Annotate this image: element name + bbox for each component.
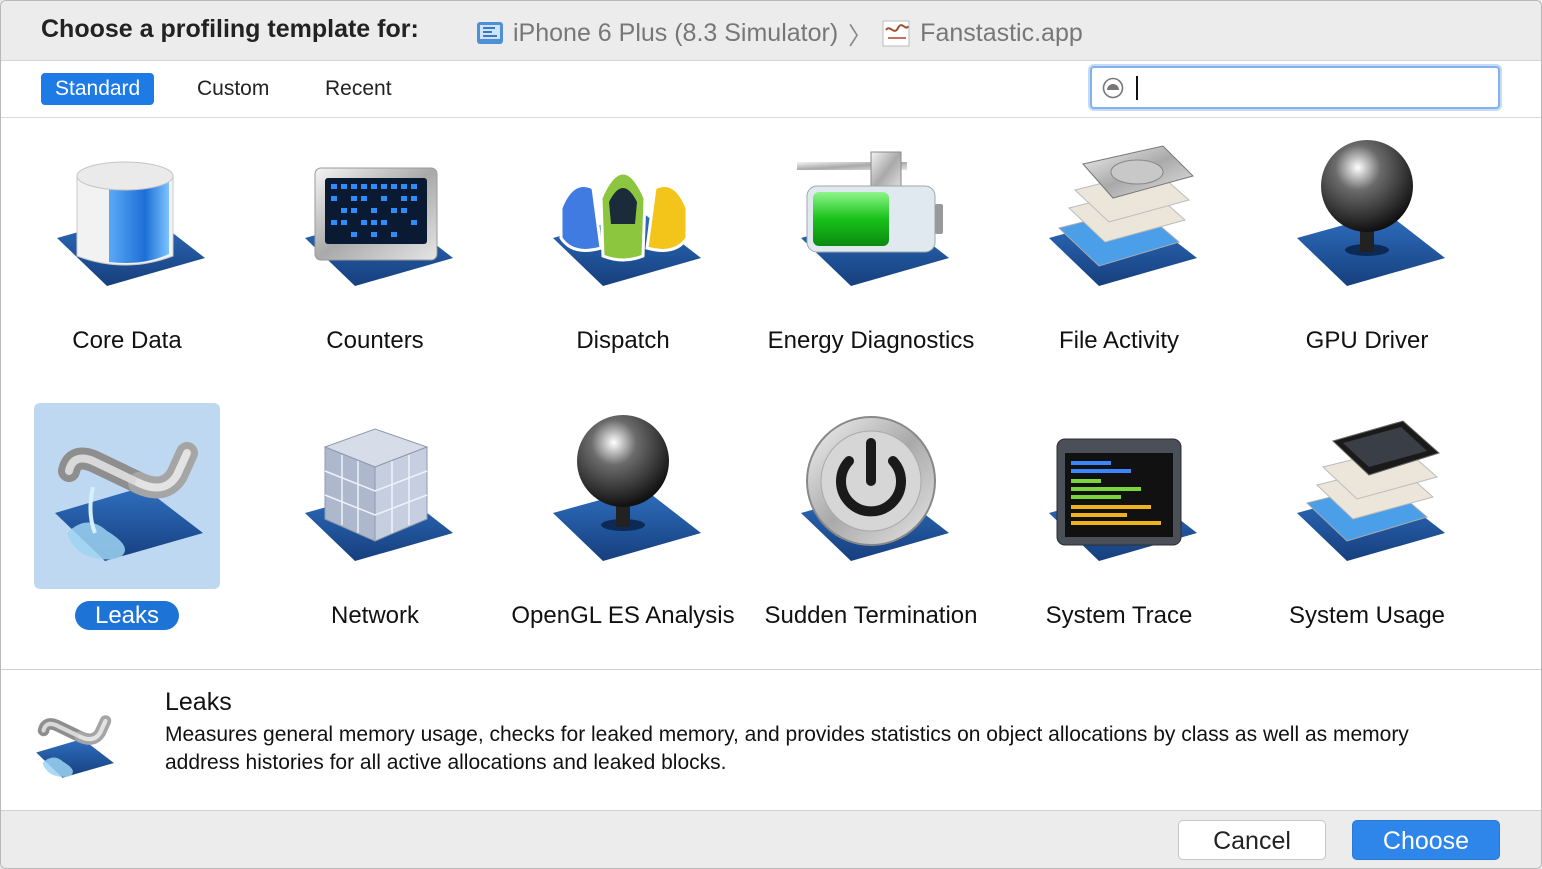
template-label: Core Data	[72, 327, 182, 354]
core-data-icon	[57, 161, 205, 286]
system-trace-icon	[1049, 438, 1197, 561]
cancel-button[interactable]: Cancel	[1178, 820, 1326, 860]
dialog-title: Choose a profiling template for:	[41, 15, 419, 43]
tab-standard[interactable]: Standard	[41, 73, 155, 105]
template-description-panel: Leaks Measures general memory usage, che…	[1, 669, 1541, 810]
network-icon	[305, 428, 453, 561]
template-label: GPU Driver	[1305, 327, 1429, 354]
dispatch-icon	[553, 171, 701, 286]
template-icon-box	[1274, 128, 1460, 314]
text-caret	[1136, 76, 1138, 100]
template-search-field[interactable]	[1090, 66, 1500, 109]
dialog-header: Choose a profiling template for: iPhone …	[1, 1, 1541, 61]
leaks-icon	[36, 715, 114, 778]
file-activity-icon	[1049, 145, 1197, 286]
template-icon-box	[778, 403, 964, 589]
template-icon-box	[1026, 128, 1212, 314]
template-label: System Trace	[1045, 602, 1193, 629]
system-usage-icon	[1297, 420, 1445, 561]
description-text: Measures general memory usage, checks fo…	[165, 723, 1409, 774]
template-tab-bar: Standard Custom Recent	[1, 61, 1541, 118]
target-device[interactable]: iPhone 6 Plus (8.3 Simulator)	[513, 19, 838, 48]
leaks-icon	[55, 442, 203, 561]
dialog-footer: Cancel Choose	[1, 810, 1541, 868]
template-icon-box	[34, 128, 220, 314]
template-label: Energy Diagnostics	[767, 327, 975, 354]
choose-button[interactable]: Choose	[1352, 820, 1500, 860]
tab-custom[interactable]: Custom	[183, 73, 283, 105]
energy-diagnostics-icon	[797, 151, 949, 286]
template-label: File Activity	[1058, 327, 1180, 354]
template-icon-box	[282, 403, 468, 589]
profiling-template-dialog: Choose a profiling template for: iPhone …	[0, 0, 1542, 869]
template-icon-box	[778, 128, 964, 314]
app-icon	[882, 18, 912, 48]
search-input[interactable]	[1134, 74, 1488, 102]
target-breadcrumb[interactable]: iPhone 6 Plus (8.3 Simulator) 〉 Fanstast…	[475, 17, 1083, 50]
tab-recent[interactable]: Recent	[311, 73, 406, 105]
template-label: Sudden Termination	[764, 602, 978, 629]
simulator-icon	[475, 19, 505, 47]
template-label: Dispatch	[576, 327, 670, 354]
template-icon-box	[530, 403, 716, 589]
template-icon-box	[34, 403, 220, 589]
gpu-driver-icon	[1297, 140, 1445, 286]
template-label: Leaks	[4, 601, 250, 631]
template-label: System Usage	[1288, 602, 1446, 629]
template-grid: Core Data Counters Dispatch Energy Diagn…	[1, 118, 1541, 668]
search-filter-icon	[1102, 77, 1124, 99]
template-label: Counters	[326, 327, 424, 354]
target-app[interactable]: Fanstastic.app	[920, 19, 1083, 48]
template-label: Network	[330, 602, 420, 629]
description-title: Leaks	[165, 688, 232, 716]
template-icon-box	[282, 128, 468, 314]
template-icon-box	[1274, 403, 1460, 589]
opengl-es-analysis-icon	[553, 415, 701, 561]
counters-icon	[305, 167, 453, 286]
sudden-termination-icon	[801, 416, 949, 561]
chevron-right-icon: 〉	[848, 22, 873, 50]
template-icon-box	[1026, 403, 1212, 589]
template-label: OpenGL ES Analysis	[511, 602, 735, 629]
template-icon-box	[530, 128, 716, 314]
